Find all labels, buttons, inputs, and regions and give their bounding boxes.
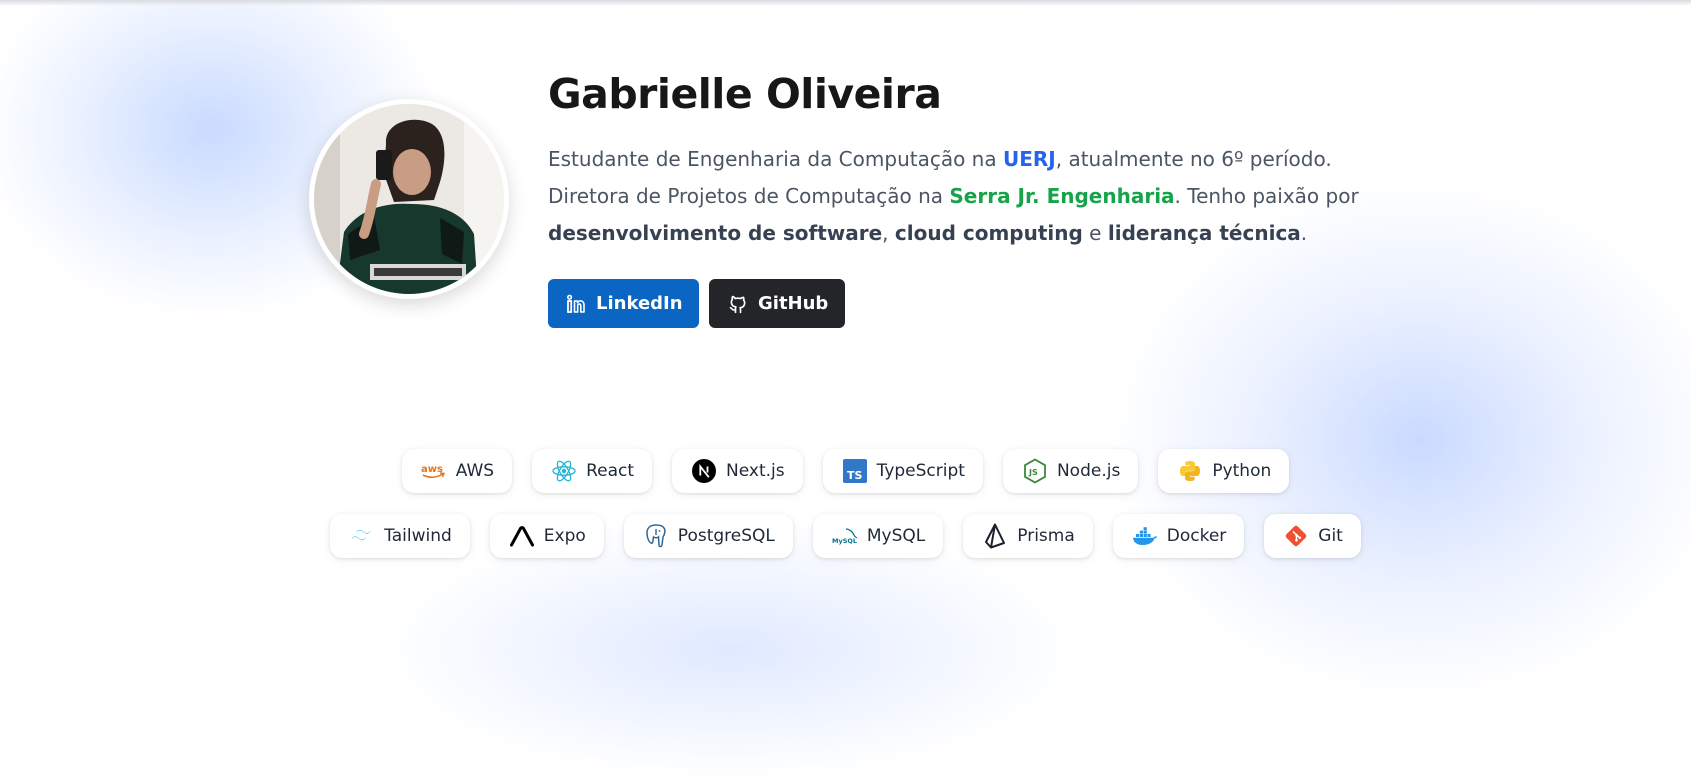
linkedin-icon [566,294,586,314]
tech-label: Prisma [1017,526,1075,546]
tech-row: Tailwind Expo PostgreSQL MySQL MySQL Pri… [0,514,1691,558]
mysql-icon: MySQL [832,523,858,549]
svg-text:MySQL: MySQL [832,537,857,545]
profile-name: Gabrielle Oliveira [548,70,942,118]
docker-icon [1132,523,1158,549]
tech-chip-docker: Docker [1112,514,1245,558]
python-icon [1177,458,1203,484]
react-icon [551,458,577,484]
tech-label: Next.js [726,461,785,481]
bio-highlight: desenvolvimento de software [548,221,883,245]
bio-text: Estudante de Engenharia da Computação na [548,147,1003,171]
svg-text:JS: JS [1028,468,1038,477]
tech-label: Expo [543,526,586,546]
github-label: GitHub [758,293,829,314]
tech-chip-expo: Expo [489,514,604,558]
expo-icon [509,523,535,549]
tech-label: Docker [1166,526,1227,546]
tech-chip-mysql: MySQL MySQL [812,514,944,558]
tech-chip-tailwind: Tailwind [330,514,470,558]
tech-chip-nextjs: Next.js [672,449,803,493]
linkedin-label: LinkedIn [596,293,683,314]
git-icon [1283,523,1309,549]
tech-chip-prisma: Prisma [963,514,1093,558]
linkedin-button[interactable]: LinkedIn [548,279,699,328]
svg-text:TS: TS [847,469,863,482]
tech-chip-postgresql: PostgreSQL [623,514,793,558]
top-shadow [0,0,1691,6]
bio-highlight: liderança técnica [1107,221,1301,245]
nextjs-icon [691,458,717,484]
tech-label: TypeScript [876,461,965,481]
aws-icon: aws [421,458,447,484]
tech-label: MySQL [866,526,926,546]
tech-chip-react: React [532,449,652,493]
bio-text: e [1082,221,1108,245]
profile-bio: Estudante de Engenharia da Computação na… [548,141,1368,252]
tech-chip-git: Git [1264,514,1361,558]
tailwind-icon [349,523,375,549]
tech-row: aws AWS React Next.js TS TypeScript JS N… [0,449,1691,493]
background-glow [1110,180,1691,700]
tech-label: Git [1318,526,1343,546]
tech-chip-python: Python [1158,449,1290,493]
bio-text: . [1300,221,1308,245]
typescript-icon: TS [842,458,868,484]
tech-chip-typescript: TS TypeScript [822,449,983,493]
tech-chip-aws: aws AWS [401,449,513,493]
bio-highlight: cloud computing [894,221,1083,245]
tech-label: AWS [455,461,495,481]
tech-chip-nodejs: JS Node.js [1002,449,1139,493]
github-button[interactable]: GitHub [709,279,845,328]
nodejs-icon: JS [1022,458,1048,484]
github-icon [728,294,748,314]
profile-photo [314,104,504,294]
bio-text: , [882,221,895,245]
background-glow [380,520,1080,780]
tech-label: PostgreSQL [677,526,775,546]
tech-label: Python [1212,461,1272,481]
prisma-icon [982,523,1008,549]
postgresql-icon [643,523,669,549]
university-link[interactable]: UERJ [1003,147,1056,171]
bio-text: . Tenho paixão por [1174,184,1359,208]
avatar [309,99,509,299]
tech-label: Node.js [1056,461,1121,481]
svg-text:aws: aws [421,464,443,475]
tech-label: Tailwind [384,526,452,546]
tech-label: React [586,461,634,481]
organization-link[interactable]: Serra Jr. Engenharia [949,184,1174,208]
